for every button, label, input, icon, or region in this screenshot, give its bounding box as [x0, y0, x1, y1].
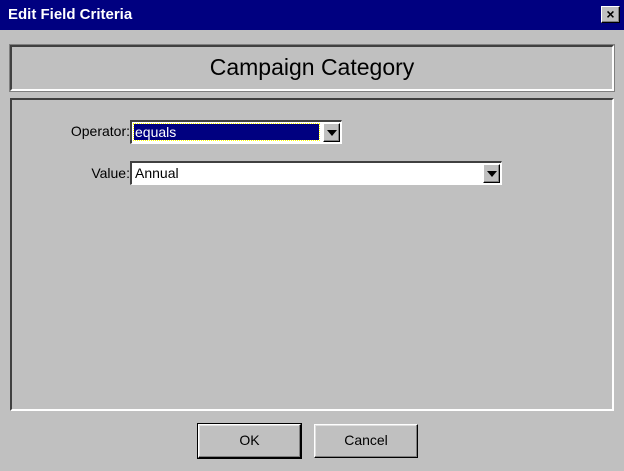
criteria-panel: Operator: equals Value: Annual: [10, 98, 614, 411]
close-icon: ×: [606, 6, 615, 22]
operator-dropdown[interactable]: equals: [130, 120, 342, 144]
value-label: Value:: [91, 165, 130, 181]
value-value: Annual: [135, 165, 179, 181]
ok-button[interactable]: OK: [197, 423, 302, 459]
edit-field-criteria-dialog: Edit Field Criteria × Campaign Category …: [0, 0, 624, 471]
operator-label: Operator:: [70, 123, 130, 139]
title-bar[interactable]: Edit Field Criteria ×: [0, 0, 624, 30]
field-name-heading: Campaign Category: [209, 54, 415, 80]
window-title: Edit Field Criteria: [8, 6, 133, 23]
value-dropdown[interactable]: Annual: [130, 161, 502, 185]
close-button[interactable]: ×: [601, 6, 620, 23]
chevron-down-icon[interactable]: [483, 164, 500, 183]
field-name-panel: Campaign Category: [9, 44, 615, 92]
chevron-down-icon[interactable]: [323, 123, 340, 142]
cancel-button[interactable]: Cancel: [314, 424, 418, 458]
operator-value: equals: [133, 123, 320, 141]
